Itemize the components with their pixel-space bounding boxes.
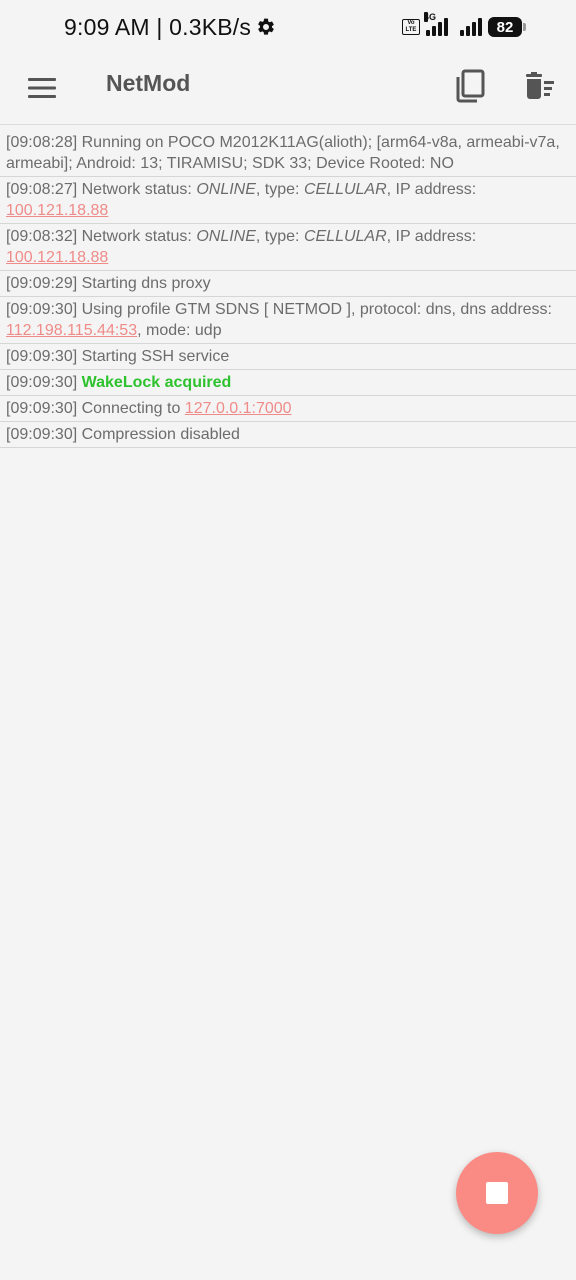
- log-text: [09:08:32] Network status:: [6, 228, 197, 245]
- log-link[interactable]: 127.0.0.1:7000: [185, 400, 292, 417]
- log-entry: [09:09:30] Connecting to 127.0.0.1:7000: [0, 396, 576, 422]
- log-text: [09:09:29] Starting dns proxy: [6, 275, 211, 292]
- menu-button[interactable]: [22, 68, 62, 108]
- log-text: CELLULAR: [303, 181, 387, 198]
- status-time: 9:09 AM | 0.3KB/s: [64, 14, 252, 40]
- log-link[interactable]: 100.121.18.88: [6, 202, 108, 219]
- log-entry: [09:08:32] Network status: ONLINE, type:…: [0, 224, 576, 271]
- status-icons: Vo LTE 4G 82: [402, 12, 526, 40]
- log-text: ONLINE: [196, 181, 256, 198]
- log-link[interactable]: 112.198.115.44:53: [6, 322, 137, 339]
- app-bar: NetMod: [0, 56, 576, 125]
- battery-level: 82: [496, 18, 514, 36]
- volte-icon: Vo LTE: [402, 19, 420, 35]
- log-entry: [09:09:30] Starting SSH service: [0, 344, 576, 370]
- log-text: ONLINE: [196, 228, 256, 245]
- log-text: [09:09:30] Compression disabled: [6, 426, 240, 443]
- log-text: [09:09:30]: [6, 374, 82, 391]
- signal-icon-sim2: [460, 18, 482, 36]
- menu-icon: [28, 78, 56, 98]
- status-bar: 9:09 AM | 0.3KB/s Vo LTE 4G 82: [0, 0, 576, 56]
- gear-icon: [258, 18, 274, 35]
- log-entry: [09:09:30] Using profile GTM SDNS [ NETM…: [0, 297, 576, 344]
- stop-icon: [486, 1182, 508, 1204]
- log-entry: [09:08:28] Running on POCO M2012K11AG(al…: [0, 130, 576, 177]
- log-text: WakeLock acquired: [81, 374, 232, 391]
- log-text: [09:09:30] Starting SSH service: [6, 348, 230, 365]
- log-text: , IP address:: [386, 228, 477, 245]
- stop-service-button[interactable]: [456, 1152, 538, 1234]
- log-text: [09:09:30] Using profile GTM SDNS [ NETM…: [6, 301, 552, 318]
- log-text: [09:09:30] Connecting to: [6, 400, 185, 417]
- log-text: CELLULAR: [303, 228, 387, 245]
- log-text: [09:08:27] Network status:: [6, 181, 197, 198]
- log-text: , type:: [255, 228, 304, 245]
- copy-icon: [456, 69, 485, 103]
- signal-icon-sim1: 4G: [424, 12, 448, 36]
- log-entry: [09:09:30] Compression disabled: [0, 422, 576, 448]
- network-type-label: 4G: [424, 12, 437, 22]
- log-text: , IP address:: [386, 181, 477, 198]
- clear-log-button[interactable]: [520, 66, 560, 106]
- copy-log-button[interactable]: [450, 66, 490, 106]
- log-link[interactable]: 100.121.18.88: [6, 249, 108, 266]
- app-title: NetMod: [106, 70, 191, 96]
- delete-sweep-icon: [526, 72, 554, 99]
- log-entry: [09:09:29] Starting dns proxy: [0, 271, 576, 297]
- log-text: [09:08:28] Running on POCO M2012K11AG(al…: [6, 134, 560, 172]
- log-entry: [09:08:27] Network status: ONLINE, type:…: [0, 177, 576, 224]
- log-list: [09:08:28] Running on POCO M2012K11AG(al…: [0, 130, 576, 448]
- battery-icon: 82: [488, 17, 526, 37]
- log-entry: [09:09:30] WakeLock acquired: [0, 370, 576, 396]
- log-text: , mode: udp: [137, 322, 222, 339]
- log-text: , type:: [255, 181, 304, 198]
